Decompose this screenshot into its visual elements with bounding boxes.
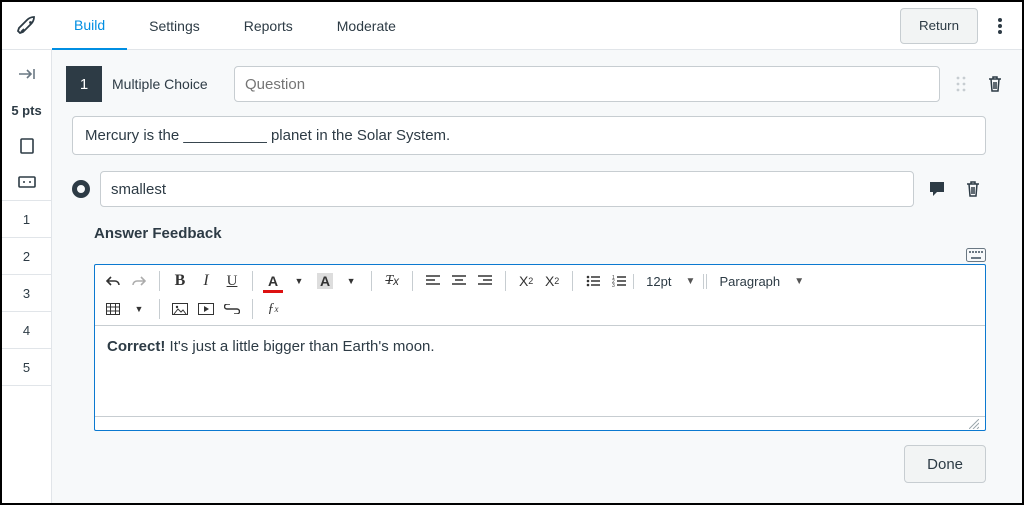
rail-points: 5 pts bbox=[2, 92, 52, 128]
rte-font-size-select[interactable]: 12pt ▼ bbox=[633, 274, 704, 289]
page-icon bbox=[20, 138, 34, 154]
question-stem[interactable]: Mercury is the __________ planet in the … bbox=[72, 116, 986, 155]
numbered-list-icon: 123 bbox=[612, 275, 626, 287]
app-body: 5 pts 1 2 3 4 5 1 Multiple Choice bbox=[2, 50, 1022, 503]
tab-moderate[interactable]: Moderate bbox=[315, 2, 418, 50]
feedback-bold-text: Correct! bbox=[107, 338, 165, 355]
answer-feedback-button[interactable] bbox=[924, 171, 950, 207]
speech-bubble-icon bbox=[928, 180, 946, 198]
rte-align-center-button[interactable] bbox=[447, 269, 471, 293]
more-options-button[interactable] bbox=[986, 8, 1014, 44]
rte-table-dropdown[interactable]: ▼ bbox=[127, 297, 151, 321]
rte-bullet-list-button[interactable] bbox=[581, 269, 605, 293]
rail-question-5[interactable]: 5 bbox=[2, 349, 52, 385]
return-button[interactable]: Return bbox=[900, 8, 978, 44]
resize-grip-icon bbox=[969, 419, 979, 429]
answer-text-input[interactable] bbox=[100, 171, 914, 207]
tab-build[interactable]: Build bbox=[52, 2, 127, 50]
app-logo bbox=[2, 2, 52, 50]
rte-block-format-label: Paragraph bbox=[711, 274, 808, 289]
rte-content-area[interactable]: Correct! It's just a little bigger than … bbox=[95, 326, 985, 416]
rte-highlight-button[interactable]: A bbox=[313, 269, 337, 293]
rte-numbered-list-button[interactable]: 123 bbox=[607, 269, 631, 293]
image-icon bbox=[172, 303, 188, 315]
app-frame: Build Settings Reports Moderate Return 5… bbox=[0, 0, 1024, 505]
rail-page-icon-button[interactable] bbox=[2, 128, 52, 164]
left-rail: 5 pts 1 2 3 4 5 bbox=[2, 50, 52, 503]
top-bar: Build Settings Reports Moderate Return bbox=[2, 2, 1022, 50]
redo-icon bbox=[132, 275, 146, 287]
rte-resize-handle[interactable] bbox=[95, 416, 985, 430]
bullet-list-icon bbox=[586, 275, 600, 287]
rte-image-button[interactable] bbox=[168, 297, 192, 321]
rte-clear-formatting-button[interactable]: Tx bbox=[380, 269, 404, 293]
question-title-input[interactable] bbox=[234, 66, 940, 102]
main-panel: 1 Multiple Choice Mercury is the _______… bbox=[52, 50, 1022, 503]
question-number-badge: 1 bbox=[66, 66, 102, 102]
drag-handle[interactable] bbox=[950, 66, 972, 102]
rte-italic-button[interactable]: I bbox=[194, 269, 218, 293]
delete-question-button[interactable] bbox=[982, 66, 1008, 102]
rte-table-button[interactable] bbox=[101, 297, 125, 321]
rte-toolbar: B I U A ▼ A ▼ Tx X2 X2 bbox=[95, 265, 985, 326]
feedback-editor: B I U A ▼ A ▼ Tx X2 X2 bbox=[94, 264, 986, 431]
keyboard-shortcuts-button[interactable] bbox=[66, 248, 986, 262]
rte-link-button[interactable] bbox=[220, 297, 244, 321]
rail-question-1[interactable]: 1 bbox=[2, 201, 52, 237]
keyboard-icon bbox=[966, 248, 986, 262]
trash-icon bbox=[987, 75, 1003, 93]
kebab-icon bbox=[998, 18, 1002, 34]
rte-underline-button[interactable]: U bbox=[220, 269, 244, 293]
align-right-icon bbox=[478, 275, 492, 287]
link-icon bbox=[224, 304, 240, 314]
align-left-icon bbox=[426, 275, 440, 287]
drag-handle-icon bbox=[956, 76, 966, 92]
undo-icon bbox=[106, 275, 120, 287]
rte-subscript-button[interactable]: X2 bbox=[540, 269, 564, 293]
delete-answer-button[interactable] bbox=[960, 171, 986, 207]
feedback-rest-text: It's just a little bigger than Earth's m… bbox=[165, 338, 434, 355]
rte-align-left-button[interactable] bbox=[421, 269, 445, 293]
answer-row bbox=[72, 171, 986, 207]
tab-settings[interactable]: Settings bbox=[127, 2, 222, 50]
item-bank-icon bbox=[18, 176, 36, 188]
svg-text:3: 3 bbox=[612, 283, 615, 287]
rail-question-2[interactable]: 2 bbox=[2, 238, 52, 274]
question-header: 1 Multiple Choice bbox=[66, 66, 1008, 102]
rocket-icon bbox=[15, 14, 39, 38]
rte-block-format-select[interactable]: Paragraph ▼ bbox=[706, 274, 812, 289]
answer-feedback-heading: Answer Feedback bbox=[94, 225, 1008, 242]
rte-bold-button[interactable]: B bbox=[168, 269, 192, 293]
rte-redo-button[interactable] bbox=[127, 269, 151, 293]
rte-equation-button[interactable]: ƒx bbox=[261, 297, 285, 321]
rail-question-3[interactable]: 3 bbox=[2, 275, 52, 311]
tab-reports[interactable]: Reports bbox=[222, 2, 315, 50]
rte-undo-button[interactable] bbox=[101, 269, 125, 293]
trash-icon bbox=[965, 180, 981, 198]
rail-item-bank-button[interactable] bbox=[2, 164, 52, 200]
rte-highlight-dropdown[interactable]: ▼ bbox=[339, 269, 363, 293]
collapse-right-icon bbox=[19, 69, 35, 79]
question-type-label: Multiple Choice bbox=[112, 76, 224, 92]
answer-correct-radio[interactable] bbox=[72, 180, 90, 198]
table-icon bbox=[106, 303, 120, 315]
rte-font-size-label: 12pt bbox=[638, 274, 699, 289]
rte-align-right-button[interactable] bbox=[473, 269, 497, 293]
rte-superscript-button[interactable]: X2 bbox=[514, 269, 538, 293]
media-icon bbox=[198, 303, 214, 315]
rail-collapse-button[interactable] bbox=[2, 56, 52, 92]
done-button[interactable]: Done bbox=[904, 445, 986, 483]
rte-text-color-dropdown[interactable]: ▼ bbox=[287, 269, 311, 293]
header-tabs: Build Settings Reports Moderate bbox=[52, 2, 418, 50]
rte-text-color-button[interactable]: A bbox=[261, 269, 285, 293]
align-center-icon bbox=[452, 275, 466, 287]
rte-media-button[interactable] bbox=[194, 297, 218, 321]
rail-question-4[interactable]: 4 bbox=[2, 312, 52, 348]
